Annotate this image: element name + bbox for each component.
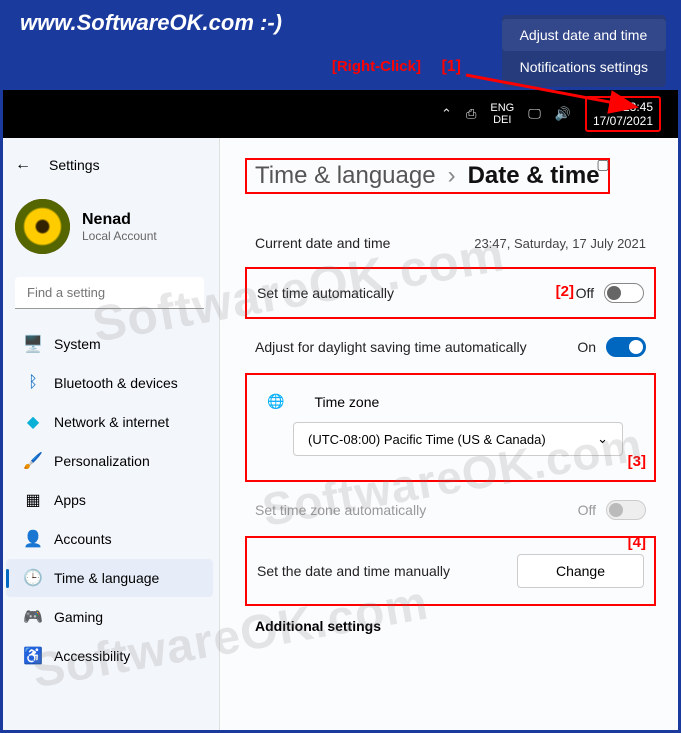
system-icon: 🖥️	[24, 335, 42, 353]
bluetooth-icon: ᛒ	[24, 374, 42, 392]
chevron-down-icon: ⌄	[597, 431, 608, 447]
sidebar-item-apps[interactable]: ▦ Apps	[6, 481, 213, 519]
sidebar-item-gaming[interactable]: 🎮 Gaming	[6, 598, 213, 636]
settings-window: ← Settings Nenad Local Account 🖥️ System …	[0, 138, 681, 733]
sidebar-item-label: System	[54, 336, 101, 352]
auto-time-label: Set time automatically	[257, 285, 576, 301]
auto-time-box: Set time automatically [2] Off	[245, 267, 656, 319]
lang-top: ENG	[490, 102, 514, 114]
right-click-annotation: [Right-Click]	[332, 58, 421, 75]
accounts-icon: 👤	[24, 530, 42, 548]
auto-tz-label: Set time zone automatically	[255, 502, 578, 518]
marker-3: [3]	[628, 453, 646, 470]
sidebar-item-time-language[interactable]: 🕒 Time & language	[6, 559, 213, 597]
sidebar-item-accounts[interactable]: 👤 Accounts	[6, 520, 213, 558]
dst-state: On	[577, 339, 596, 355]
gaming-icon: 🎮	[24, 608, 42, 626]
sidebar-item-personalization[interactable]: 🖌️ Personalization	[6, 442, 213, 480]
sidebar-item-accessibility[interactable]: ♿ Accessibility	[6, 637, 213, 675]
marker-2: [2]	[556, 283, 574, 300]
chevron-up-icon[interactable]: ⌃	[441, 106, 452, 122]
back-arrow-icon[interactable]: ←	[15, 156, 31, 174]
monitor-icon[interactable]: 🖵	[528, 106, 541, 122]
language-indicator[interactable]: ENG DEI	[490, 102, 514, 126]
settings-title: Settings	[49, 157, 100, 173]
timezone-select[interactable]: (UTC-08:00) Pacific Time (US & Canada) ⌄	[293, 422, 623, 456]
auto-tz-toggle: Off	[578, 500, 646, 520]
sidebar-item-label: Accounts	[54, 531, 112, 547]
tutorial-banner: www.SoftwareOK.com :-) Adjust date and t…	[0, 0, 681, 90]
breadcrumb-current: Date & time	[468, 162, 600, 190]
volume-icon[interactable]: 🔊	[555, 106, 571, 122]
manual-label: Set the date and time manually	[257, 563, 517, 579]
sidebar-item-label: Accessibility	[54, 648, 130, 664]
auto-tz-row: Set time zone automatically Off	[245, 484, 656, 536]
globe-icon: 🌐	[267, 393, 284, 410]
auto-tz-state: Off	[578, 502, 596, 518]
marker-4: [4]	[628, 534, 646, 551]
brush-icon: 🖌️	[24, 452, 42, 470]
auto-time-row: Set time automatically [2] Off	[257, 277, 644, 309]
dst-toggle[interactable]: On	[577, 337, 646, 357]
settings-sidebar: ← Settings Nenad Local Account 🖥️ System …	[0, 138, 220, 733]
dst-label: Adjust for daylight saving time automati…	[255, 338, 577, 356]
settings-content: Time & language › Date & time ▢ Current …	[220, 138, 681, 733]
toggle-switch-on[interactable]	[606, 337, 646, 357]
dst-row: Adjust for daylight saving time automati…	[245, 321, 656, 373]
timezone-label: Time zone	[314, 394, 379, 410]
sidebar-header: ← Settings	[0, 148, 219, 189]
sidebar-item-label: Bluetooth & devices	[54, 375, 178, 391]
accessibility-icon: ♿	[24, 647, 42, 665]
taskbar: ⌃ ⎙ ENG DEI 🖵 🔊 23:45 17/07/2021	[0, 90, 681, 138]
timezone-row: 🌐 Time zone (UTC-08:00) Pacific Time (US…	[257, 383, 644, 472]
clock-time: 23:45	[593, 100, 653, 114]
search-input[interactable]	[15, 277, 204, 309]
apps-icon: ▦	[24, 491, 42, 509]
maximize-icon[interactable]: ▢	[596, 156, 609, 173]
toggle-switch-off[interactable]	[604, 283, 644, 303]
timezone-value: (UTC-08:00) Pacific Time (US & Canada)	[308, 432, 546, 447]
breadcrumb: Time & language › Date & time ▢	[245, 158, 610, 194]
sidebar-item-label: Time & language	[54, 570, 159, 586]
clock-date: 17/07/2021	[593, 114, 653, 128]
toggle-switch-disabled	[606, 500, 646, 520]
additional-settings-heading: Additional settings	[245, 608, 656, 644]
timezone-label-row: 🌐 Time zone	[289, 393, 634, 410]
sidebar-item-bluetooth[interactable]: ᛒ Bluetooth & devices	[6, 364, 213, 402]
sidebar-item-system[interactable]: 🖥️ System	[6, 325, 213, 363]
device-icon[interactable]: ⎙	[466, 106, 476, 122]
taskbar-context-menu: Adjust date and time Notifications setti…	[502, 15, 666, 87]
sidebar-item-label: Network & internet	[54, 414, 169, 430]
current-dt-label: Current date and time	[255, 235, 474, 251]
wifi-icon: ◆	[24, 413, 42, 431]
current-datetime-row: Current date and time 23:47, Saturday, 1…	[245, 219, 656, 267]
sidebar-item-network[interactable]: ◆ Network & internet	[6, 403, 213, 441]
clock-icon: 🕒	[24, 569, 42, 587]
breadcrumb-parent[interactable]: Time & language	[255, 162, 436, 190]
chevron-right-icon: ›	[448, 162, 456, 190]
user-name: Nenad	[82, 211, 157, 229]
lang-bottom: DEI	[490, 114, 514, 126]
user-info: Nenad Local Account	[82, 211, 157, 243]
avatar	[15, 199, 70, 254]
menu-notifications-settings[interactable]: Notifications settings	[502, 51, 666, 83]
timezone-box: 🌐 Time zone (UTC-08:00) Pacific Time (US…	[245, 373, 656, 482]
current-dt-value: 23:47, Saturday, 17 July 2021	[474, 236, 646, 251]
user-type: Local Account	[82, 229, 157, 243]
marker-1: [1]	[441, 58, 461, 76]
nav-list: 🖥️ System ᛒ Bluetooth & devices ◆ Network &…	[0, 325, 219, 675]
auto-time-toggle[interactable]: Off	[576, 283, 644, 303]
sidebar-item-label: Personalization	[54, 453, 150, 469]
change-button[interactable]: Change	[517, 554, 644, 588]
manual-time-box: [4] Set the date and time manually Chang…	[245, 536, 656, 606]
sidebar-item-label: Gaming	[54, 609, 103, 625]
menu-adjust-date-time[interactable]: Adjust date and time	[502, 19, 666, 51]
manual-time-row: Set the date and time manually Change	[257, 546, 644, 596]
sidebar-item-label: Apps	[54, 492, 86, 508]
taskbar-clock[interactable]: 23:45 17/07/2021	[585, 96, 661, 132]
user-section[interactable]: Nenad Local Account	[0, 189, 219, 272]
auto-time-state: Off	[576, 285, 594, 301]
